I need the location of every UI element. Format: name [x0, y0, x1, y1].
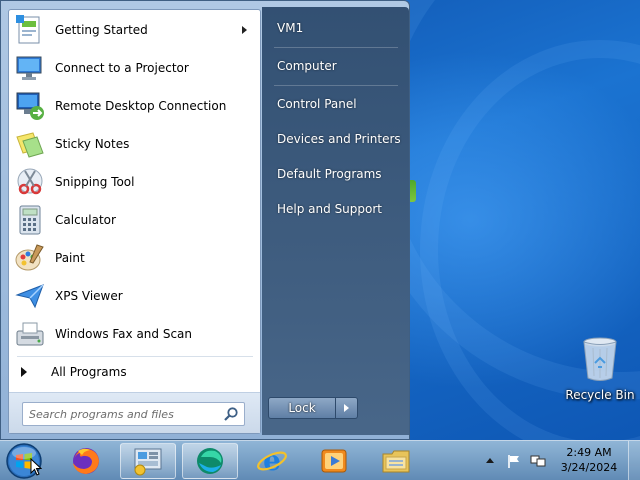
arrow-right-icon: [21, 367, 27, 377]
mouse-cursor-icon: [30, 458, 42, 476]
control-panel-icon: [134, 448, 162, 476]
all-programs-button[interactable]: All Programs: [11, 360, 259, 384]
program-label: XPS Viewer: [55, 289, 123, 303]
place-help-support[interactable]: Help and Support: [268, 195, 404, 223]
internet-explorer-icon: e: [257, 445, 287, 477]
xps-viewer-icon: [15, 284, 44, 309]
search-box[interactable]: [22, 402, 245, 426]
separator: [274, 47, 398, 48]
snipping-tool-icon: [17, 168, 43, 195]
recycle-bin-label: Recycle Bin: [565, 388, 635, 402]
taskbar-internet-explorer[interactable]: e: [244, 443, 300, 479]
fax-scan-icon: [16, 322, 44, 346]
taskbar-app[interactable]: [182, 443, 238, 479]
recycle-bin[interactable]: Recycle Bin: [564, 336, 636, 402]
sticky-notes-icon: [16, 132, 44, 158]
firefox-icon: [73, 448, 99, 474]
separator: [274, 85, 398, 86]
arrow-right-icon: [344, 404, 349, 412]
search-icon[interactable]: [223, 406, 239, 422]
search-input[interactable]: [29, 404, 223, 424]
program-label: Getting Started: [55, 23, 148, 37]
all-programs-label: All Programs: [51, 365, 127, 379]
program-label: Sticky Notes: [55, 137, 130, 151]
program-paint[interactable]: Paint: [11, 240, 259, 276]
getting-started-icon: [16, 15, 40, 44]
media-player-icon: [321, 449, 347, 473]
action-center-flag-icon[interactable]: [506, 453, 522, 469]
program-sticky-notes[interactable]: Sticky Notes: [11, 126, 259, 162]
program-label: Connect to a Projector: [55, 61, 189, 75]
clock[interactable]: 2:49 AM 3/24/2024: [556, 445, 622, 475]
program-getting-started[interactable]: Getting Started: [11, 12, 259, 48]
program-remote-desktop[interactable]: Remote Desktop Connection: [11, 88, 259, 124]
show-hidden-icons-button[interactable]: [486, 458, 494, 463]
recycle-bin-icon: [583, 337, 617, 381]
program-fax-scan[interactable]: Windows Fax and Scan: [11, 316, 259, 352]
program-snipping-tool[interactable]: Snipping Tool: [11, 164, 259, 200]
separator: [17, 356, 253, 357]
place-default-programs[interactable]: Default Programs: [268, 160, 404, 188]
program-label: Snipping Tool: [55, 175, 135, 189]
show-desktop-button[interactable]: [628, 441, 640, 480]
place-devices-printers[interactable]: Devices and Printers: [268, 125, 404, 153]
paint-icon: [15, 244, 44, 271]
taskbar-control-panel[interactable]: [120, 443, 176, 479]
projector-icon: [16, 56, 42, 80]
places-pane: VM1 Computer Control Panel Devices and P…: [262, 7, 409, 435]
lock-button[interactable]: Lock: [268, 397, 336, 419]
app-icon: [197, 448, 223, 474]
program-xps-viewer[interactable]: XPS Viewer: [11, 278, 259, 314]
taskbar-media-player[interactable]: [306, 443, 362, 479]
program-calculator[interactable]: Calculator: [11, 202, 259, 238]
program-connect-projector[interactable]: Connect to a Projector: [11, 50, 259, 86]
svg-text:e: e: [263, 445, 281, 477]
network-icon[interactable]: [530, 453, 546, 469]
program-label: Remote Desktop Connection: [55, 99, 227, 113]
submenu-arrow-icon: [242, 26, 247, 34]
clock-date: 3/24/2024: [560, 461, 618, 474]
taskbar-firefox[interactable]: [58, 443, 114, 479]
program-label: Paint: [55, 251, 85, 265]
shutdown-options-button[interactable]: [336, 397, 358, 419]
search-area: [9, 392, 260, 433]
place-user[interactable]: VM1: [268, 14, 404, 42]
place-control-panel[interactable]: Control Panel: [268, 90, 404, 118]
taskbar: e 2:49 AM 3/24/2024: [0, 440, 640, 480]
taskbar-file-explorer[interactable]: [368, 443, 424, 479]
place-computer[interactable]: Computer: [268, 52, 404, 80]
program-label: Calculator: [55, 213, 116, 227]
programs-pane: Getting Started Connect to a Projector R…: [8, 9, 261, 434]
program-label: Windows Fax and Scan: [55, 327, 193, 341]
calculator-icon: [19, 205, 41, 235]
remote-desktop-icon: [16, 92, 44, 120]
start-menu: Getting Started Connect to a Projector R…: [0, 0, 410, 440]
file-explorer-icon: [382, 450, 410, 473]
clock-time: 2:49 AM: [566, 446, 612, 459]
